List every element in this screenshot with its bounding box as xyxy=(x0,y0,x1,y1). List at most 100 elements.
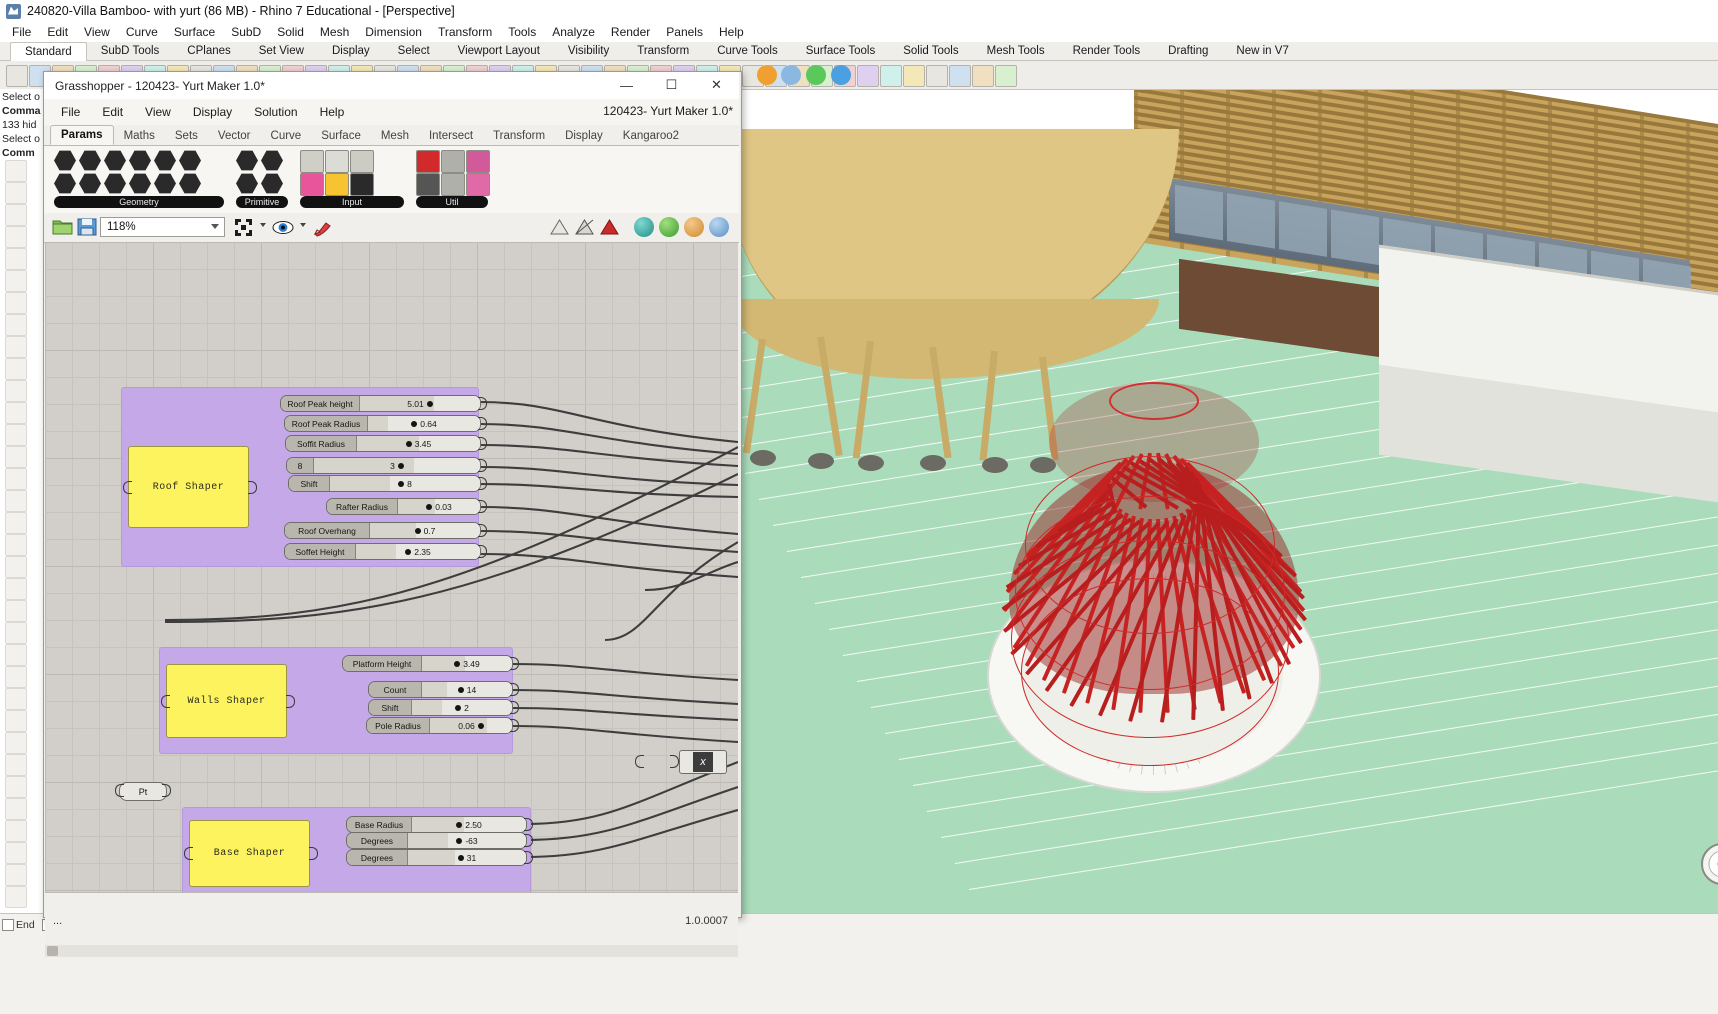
gh-tab-mesh[interactable]: Mesh xyxy=(371,127,419,145)
rhino-menu-edit[interactable]: Edit xyxy=(39,23,76,41)
gh-tab-sets[interactable]: Sets xyxy=(165,127,208,145)
base-shaper-cluster[interactable]: Base Shaper xyxy=(189,820,310,887)
rhino-tab-surface-tools[interactable]: Surface Tools xyxy=(792,43,889,59)
rhino-tab-set-view[interactable]: Set View xyxy=(245,43,318,59)
sketch-pen-icon[interactable] xyxy=(312,217,334,237)
rhino-side-tool-30[interactable] xyxy=(5,798,27,820)
slider-degrees[interactable]: Degrees -63 xyxy=(346,832,527,849)
ribbon-component-icon[interactable] xyxy=(236,150,258,171)
shaded-red-icon[interactable] xyxy=(599,218,620,236)
slider-value-track[interactable]: 14 xyxy=(422,682,512,697)
rhino-side-tool-12[interactable] xyxy=(5,402,27,424)
rhino-menu-transform[interactable]: Transform xyxy=(430,23,500,41)
rhino-menu-analyze[interactable]: Analyze xyxy=(544,23,603,41)
gh-tab-transform[interactable]: Transform xyxy=(483,127,555,145)
rhino-tab-cplanes[interactable]: CPlanes xyxy=(173,43,244,59)
open-folder-icon[interactable] xyxy=(52,217,73,237)
rhino-side-tool-22[interactable] xyxy=(5,622,27,644)
zoom-extents-icon[interactable] xyxy=(234,218,253,237)
rhino-side-tool-32[interactable] xyxy=(5,842,27,864)
checkbox[interactable] xyxy=(2,919,14,931)
slider-8[interactable]: 83 xyxy=(286,457,481,474)
ribbon-component-icon[interactable] xyxy=(129,150,151,171)
rhino-menu-subd[interactable]: SubD xyxy=(223,23,269,41)
slider-degrees[interactable]: Degrees 31 xyxy=(346,849,527,866)
ribbon-component-icon[interactable] xyxy=(416,150,440,173)
ribbon-component-icon[interactable] xyxy=(154,173,176,194)
slider-soffet-height[interactable]: Soffet Height 2.35 xyxy=(284,543,481,560)
blue-sphere-icon[interactable] xyxy=(709,217,729,237)
close-button[interactable]: ✕ xyxy=(694,72,739,98)
slider-knob[interactable] xyxy=(411,420,418,427)
slider-knob[interactable] xyxy=(405,548,412,555)
rhino-side-tool-14[interactable] xyxy=(5,446,27,468)
rhino-side-tool-8[interactable] xyxy=(5,314,27,336)
slider-soffit-radius[interactable]: Soffit Radius 3.45 xyxy=(285,435,481,452)
rhino-side-tool-2[interactable] xyxy=(5,182,27,204)
ribbon-component-icon[interactable] xyxy=(79,150,101,171)
ribbon-component-icon[interactable] xyxy=(54,150,76,171)
ribbon-component-icon[interactable] xyxy=(441,150,465,173)
rhino-menu-curve[interactable]: Curve xyxy=(118,23,166,41)
rhino-side-tool-4[interactable] xyxy=(5,226,27,248)
preview-off-icon[interactable] xyxy=(549,218,570,236)
gh-tab-vector[interactable]: Vector xyxy=(208,127,261,145)
rhino-toolbar-icon-39[interactable] xyxy=(880,65,902,87)
ribbon-component-icon[interactable] xyxy=(350,173,374,196)
cluster-input-port[interactable] xyxy=(161,695,170,708)
rhino-side-tool-3[interactable] xyxy=(5,204,27,226)
x-component[interactable]: x xyxy=(679,750,727,774)
rhino-side-tool-33[interactable] xyxy=(5,864,27,886)
slider-knob[interactable] xyxy=(477,722,484,729)
slider-value-track[interactable]: 0.06 xyxy=(430,718,512,733)
slider-value-track[interactable]: 0.7 xyxy=(370,523,480,538)
ribbon-group-input[interactable]: Input xyxy=(298,149,408,208)
gh-tab-curve[interactable]: Curve xyxy=(261,127,312,145)
chevron-down-icon[interactable] xyxy=(300,223,306,227)
slider-knob[interactable] xyxy=(457,686,464,693)
rhino-toolbar-tabs[interactable]: Standard SubD Tools CPlanes Set View Display… xyxy=(0,41,1718,61)
x-input-port[interactable] xyxy=(635,755,644,768)
green-sphere-icon[interactable] xyxy=(659,217,679,237)
rhino-menu-dimension[interactable]: Dimension xyxy=(357,23,430,41)
gh-menu-solution[interactable]: Solution xyxy=(243,103,308,121)
slider-value-track[interactable]: 8 xyxy=(330,476,480,491)
rhino-side-tool-13[interactable] xyxy=(5,424,27,446)
slider-value-track[interactable]: 0.64 xyxy=(368,416,480,431)
grasshopper-canvas[interactable]: Roof Shaper Walls Shaper Base Shaper Pt … xyxy=(45,242,738,892)
gh-tab-intersect[interactable]: Intersect xyxy=(419,127,483,145)
slider-rafter-radius[interactable]: Rafter Radius 0.03 xyxy=(326,498,481,515)
ribbon-component-icon[interactable] xyxy=(300,173,324,196)
rhino-menu-tools[interactable]: Tools xyxy=(500,23,544,41)
slider-knob[interactable] xyxy=(397,462,404,469)
rhino-side-toolbar[interactable] xyxy=(0,160,30,920)
rhino-side-tool-1[interactable] xyxy=(5,160,27,182)
rhino-tab-new-in-v7[interactable]: New in V7 xyxy=(1222,43,1302,59)
slider-knob[interactable] xyxy=(405,440,412,447)
ribbon-component-icon[interactable] xyxy=(325,173,349,196)
ribbon-component-icon[interactable] xyxy=(441,173,465,196)
rhino-tab-transform[interactable]: Transform xyxy=(623,43,703,59)
ribbon-component-icon[interactable] xyxy=(179,173,201,194)
rhino-side-tool-27[interactable] xyxy=(5,732,27,754)
slider-value-track[interactable]: 3 xyxy=(314,458,480,473)
rhino-side-tool-23[interactable] xyxy=(5,644,27,666)
ribbon-group-primitive[interactable]: Primitive xyxy=(234,149,292,208)
slider-value-track[interactable]: 2.35 xyxy=(356,544,480,559)
view-rotate-gizmo-icon[interactable] xyxy=(1694,834,1718,890)
rhino-side-tool-29[interactable] xyxy=(5,776,27,798)
slider-value-track[interactable]: 31 xyxy=(408,850,526,865)
rhino-side-tool-18[interactable] xyxy=(5,534,27,556)
rhino-tab-display[interactable]: Display xyxy=(318,43,384,59)
gh-tab-surface[interactable]: Surface xyxy=(311,127,371,145)
slider-knob[interactable] xyxy=(426,400,433,407)
minimize-button[interactable]: — xyxy=(604,72,649,98)
slider-knob[interactable] xyxy=(455,704,462,711)
rhino-side-tool-11[interactable] xyxy=(5,380,27,402)
ribbon-component-icon[interactable] xyxy=(54,173,76,194)
gh-tab-kangaroo2[interactable]: Kangaroo2 xyxy=(613,127,689,145)
rhino-menu-file[interactable]: File xyxy=(4,23,39,41)
ribbon-component-icon[interactable] xyxy=(466,173,490,196)
slider-value-track[interactable]: 3.45 xyxy=(357,436,480,451)
rhino-tab-render-tools[interactable]: Render Tools xyxy=(1059,43,1155,59)
